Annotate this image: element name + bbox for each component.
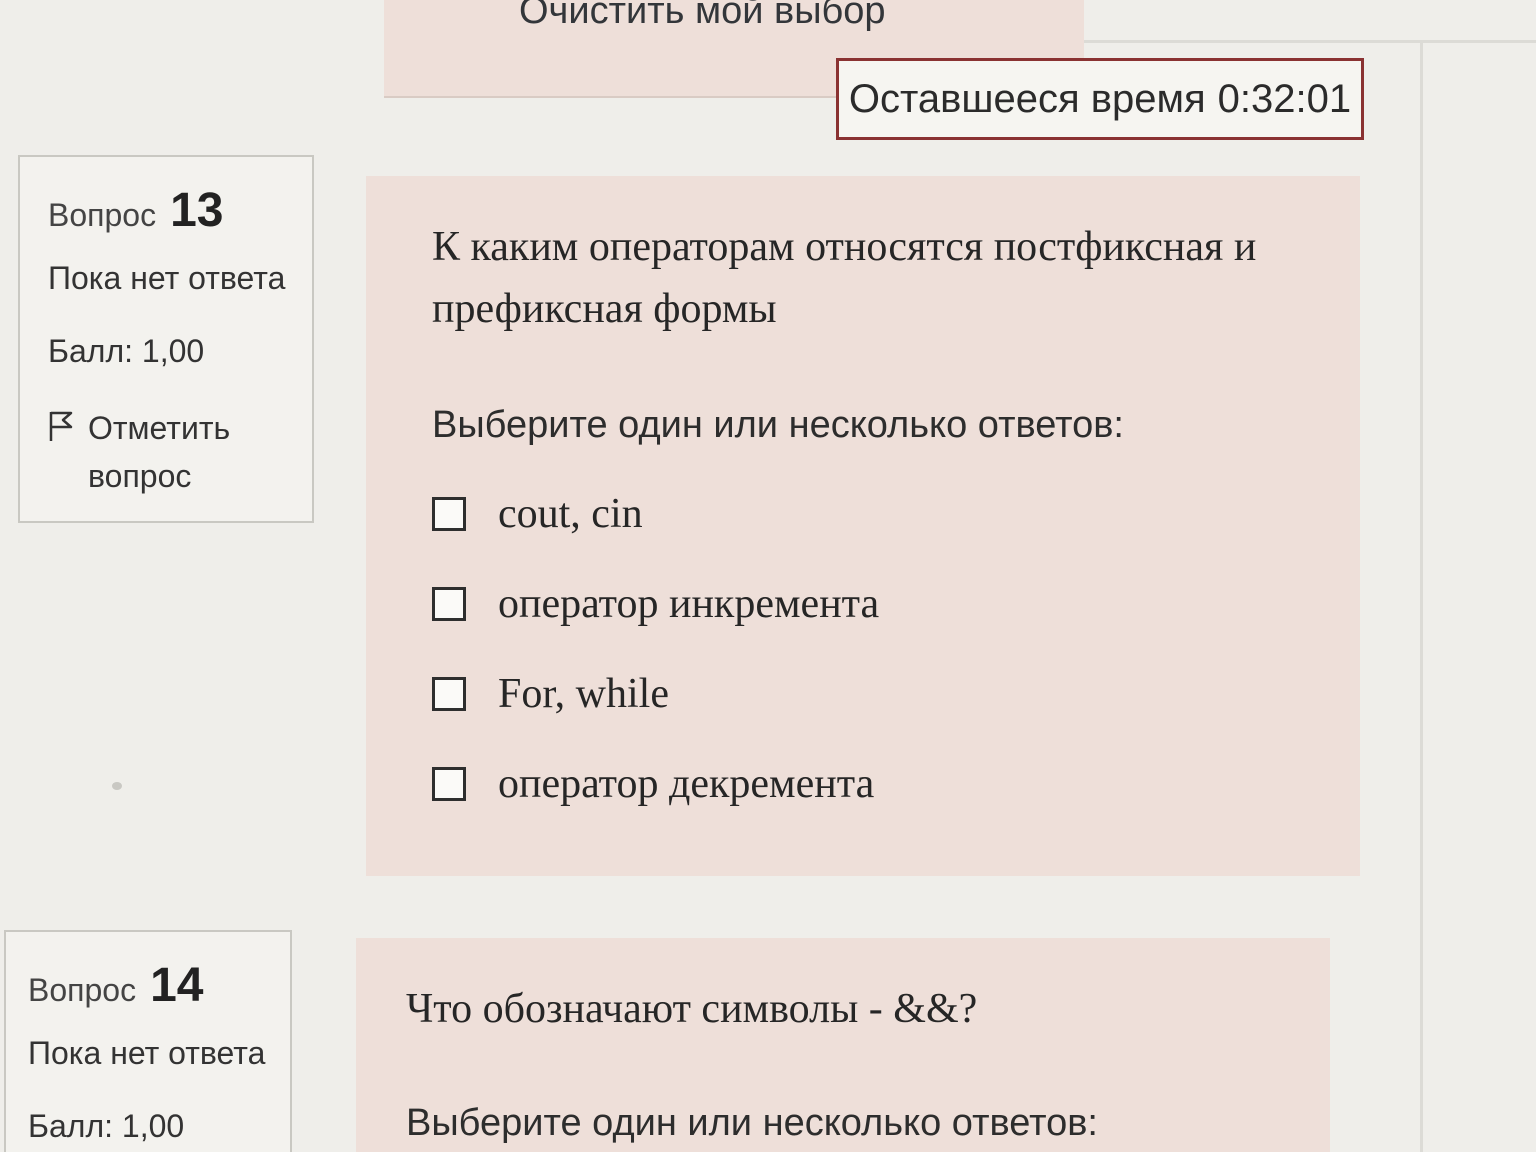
answer-label[interactable]: оператор инкремента bbox=[498, 580, 879, 628]
question-info-14: Вопрос 14 Пока нет ответа Балл: 1,00 bbox=[4, 930, 292, 1152]
checkbox-icon[interactable] bbox=[432, 587, 466, 621]
quiz-timer: Оставшееся время 0:32:01 bbox=[836, 58, 1364, 140]
question-grade: Балл: 1,00 bbox=[48, 333, 205, 369]
question-number: Вопрос 13 bbox=[48, 183, 312, 238]
answer-label[interactable]: cout, cin bbox=[498, 490, 643, 538]
timer-value: 0:32:01 bbox=[1217, 76, 1352, 121]
checkbox-icon[interactable] bbox=[432, 497, 466, 531]
answer-prompt: Выберите один или несколько ответов: bbox=[406, 1102, 1098, 1144]
question-number-value: 13 bbox=[170, 184, 224, 237]
question-info-13: Вопрос 13 Пока нет ответа Балл: 1,00 Отм… bbox=[18, 155, 314, 523]
checkbox-icon[interactable] bbox=[432, 767, 466, 801]
divider bbox=[1420, 40, 1423, 1152]
question-grade: Балл: 1,00 bbox=[28, 1108, 185, 1144]
timer-label: Оставшееся время bbox=[848, 76, 1206, 121]
answer-option[interactable]: оператор инкремента bbox=[432, 559, 1300, 649]
answer-state: Пока нет ответа bbox=[28, 1035, 266, 1071]
answer-option[interactable]: For, while bbox=[432, 649, 1300, 739]
answer-option[interactable]: оператор декремента bbox=[432, 739, 1300, 829]
answer-state: Пока нет ответа bbox=[48, 260, 286, 296]
question-number: Вопрос 14 bbox=[28, 958, 290, 1013]
flag-question-button[interactable]: Отметить вопрос bbox=[48, 404, 312, 500]
question-label: Вопрос bbox=[28, 972, 137, 1008]
question-label: Вопрос bbox=[48, 197, 157, 233]
clear-choice-link[interactable]: Очистить мой выбор bbox=[519, 0, 886, 33]
decorative-dot bbox=[112, 782, 122, 790]
question-number-value: 14 bbox=[150, 959, 204, 1012]
question-text: К каким операторам относятся постфиксная… bbox=[432, 224, 1257, 332]
answer-prompt: Выберите один или несколько ответов: bbox=[432, 404, 1124, 446]
checkbox-icon[interactable] bbox=[432, 677, 466, 711]
flag-question-label: Отметить вопрос bbox=[88, 410, 231, 494]
answer-list: cout, cin оператор инкремента For, while… bbox=[432, 469, 1300, 829]
question-content-13: К каким операторам относятся постфиксная… bbox=[366, 176, 1360, 876]
question-content-14: Что обозначают символы - &&? Выберите од… bbox=[356, 938, 1330, 1152]
question-text: Что обозначают символы - &&? bbox=[406, 986, 978, 1032]
quiz-page: Очистить мой выбор Оставшееся время 0:32… bbox=[0, 0, 1536, 1152]
answer-label[interactable]: For, while bbox=[498, 670, 669, 718]
answer-label[interactable]: оператор декремента bbox=[498, 760, 874, 808]
answer-option[interactable]: cout, cin bbox=[432, 469, 1300, 559]
flag-icon bbox=[49, 411, 73, 441]
